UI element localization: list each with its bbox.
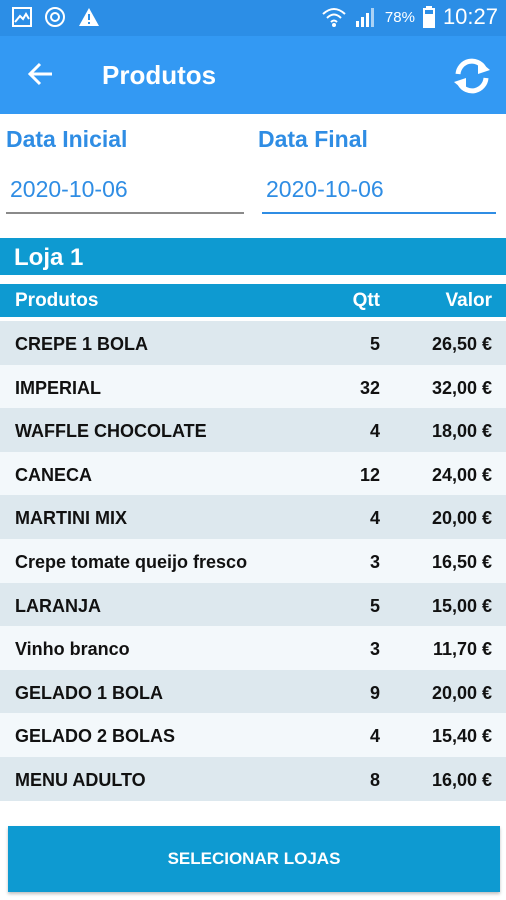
table-row[interactable]: GELADO 2 BOLAS 4 15,40 € [0, 713, 506, 757]
product-value: 20,00 € [431, 682, 492, 703]
table-row[interactable]: MENU ADULTO 8 16,00 € [0, 756, 506, 801]
product-qty: 9 [369, 682, 380, 703]
product-value: 32,00 € [431, 377, 492, 398]
product-table: CREPE 1 BOLA 5 26,50 € IMPERIAL 32 32,00… [0, 321, 506, 801]
column-header-qty: Qtt [352, 290, 380, 311]
product-name: GELADO 2 BOLAS [15, 726, 176, 747]
signal-icon [355, 8, 374, 27]
product-name: CREPE 1 BOLA [15, 334, 149, 354]
status-icons-right: 78% 10:27 [321, 4, 498, 30]
sync-status-icon [45, 7, 65, 27]
product-name: Crepe tomate queijo fresco [15, 551, 248, 572]
wifi-icon [322, 8, 346, 27]
warning-icon [79, 8, 99, 26]
product-value: 16,00 € [431, 769, 492, 790]
product-name: GELADO 1 BOLA [15, 682, 164, 703]
battery-percent: 78% [384, 8, 415, 26]
table-row[interactable]: IMPERIAL 32 32,00 € [0, 364, 506, 409]
product-qty: 12 [359, 464, 380, 485]
table-row[interactable]: CREPE 1 BOLA 5 26,50 € [0, 321, 506, 365]
select-stores-button[interactable]: SELECIONAR LOJAS [8, 826, 500, 892]
product-name: Vinho branco [15, 639, 130, 660]
product-name: IMPERIAL [15, 377, 102, 398]
store-heading: Loja 1 [0, 238, 506, 275]
arrow-left-icon[interactable] [22, 56, 58, 92]
refresh-icon[interactable] [450, 54, 494, 98]
product-value: 15,40 € [431, 726, 492, 747]
status-bar: 78% 10:27 [0, 0, 506, 36]
app-bar: Produtos [0, 36, 506, 114]
product-qty: 32 [359, 377, 380, 398]
product-qty: 3 [369, 551, 380, 572]
battery-icon [422, 6, 435, 28]
table-row[interactable]: CANECA 12 24,00 € [0, 451, 506, 496]
table-row[interactable]: MARTINI MIX 4 20,00 € [0, 495, 506, 539]
table-row[interactable]: Crepe tomate queijo fresco 3 16,50 € [0, 538, 506, 583]
product-qty: 3 [369, 639, 380, 660]
product-name: MENU ADULTO [15, 769, 146, 790]
end-date-field[interactable] [262, 166, 496, 214]
start-date-label: Data Inicial [6, 126, 128, 152]
table-row[interactable]: LARANJA 5 15,00 € [0, 582, 506, 627]
table-header: Produtos Qtt Valor [0, 284, 506, 317]
start-date-field[interactable] [6, 166, 244, 214]
product-name: MARTINI MIX [15, 508, 127, 529]
product-qty: 4 [369, 421, 380, 442]
clock: 10:27 [442, 4, 498, 29]
product-value: 24,00 € [431, 464, 492, 485]
product-name: LARANJA [15, 595, 102, 616]
product-name: CANECA [15, 464, 93, 485]
product-value: 20,00 € [431, 508, 492, 529]
status-icons-left [12, 6, 100, 28]
end-date-label: Data Final [258, 126, 368, 152]
product-qty: 8 [369, 769, 380, 790]
table-row[interactable]: WAFFLE CHOCOLATE 4 18,00 € [0, 408, 506, 452]
product-value: 15,00 € [431, 595, 492, 616]
product-value: 16,50 € [431, 551, 492, 572]
product-name: WAFFLE CHOCOLATE [15, 421, 207, 442]
product-qty: 4 [369, 508, 380, 529]
table-row[interactable]: GELADO 1 BOLA 9 20,00 € [0, 669, 506, 714]
product-value: 26,50 € [431, 334, 492, 354]
column-header-product: Produtos [15, 290, 99, 311]
image-icon [12, 7, 32, 27]
page-title: Produtos [102, 60, 217, 90]
column-header-value: Valor [445, 290, 492, 311]
product-value: 11,70 € [432, 639, 492, 660]
product-qty: 5 [369, 334, 380, 354]
product-qty: 5 [369, 595, 380, 616]
product-qty: 4 [369, 726, 380, 747]
table-row[interactable]: Vinho branco 3 11,70 € [0, 626, 506, 670]
product-value: 18,00 € [431, 421, 492, 442]
